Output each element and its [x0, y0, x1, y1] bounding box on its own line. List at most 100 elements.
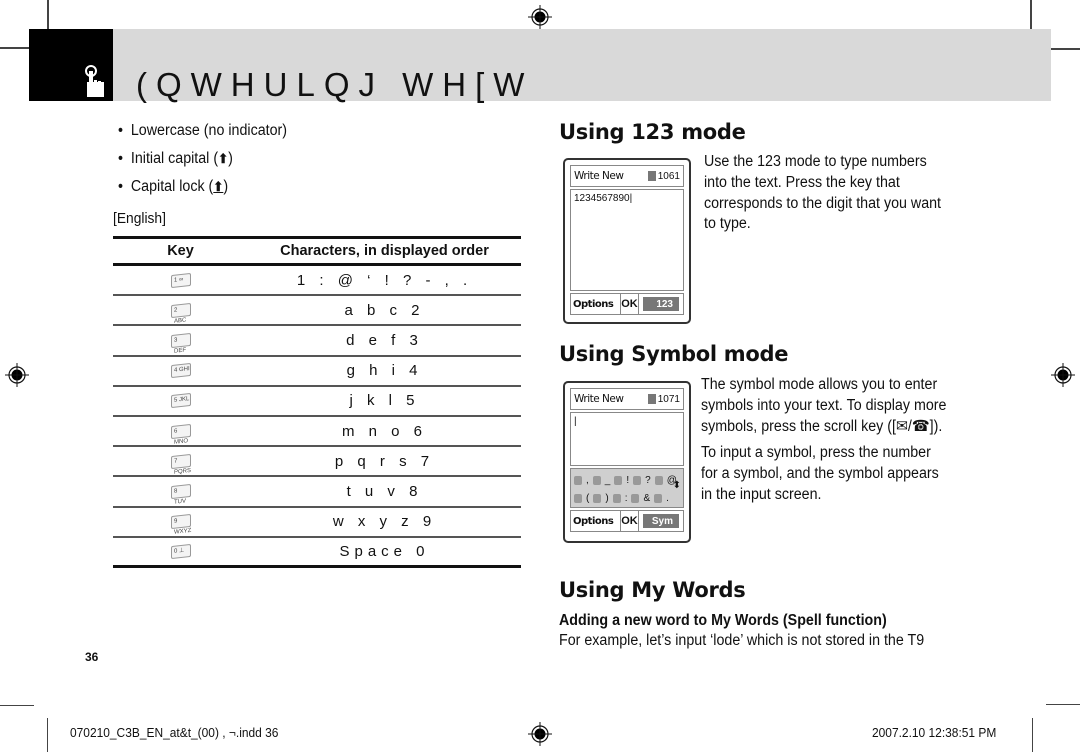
- registration-mark-icon: [5, 363, 29, 387]
- chars-cell: t u v 8: [346, 482, 423, 500]
- phone-title: Write New: [574, 393, 624, 405]
- bullet-lowercase: • Lowercase (no indicator): [118, 122, 288, 139]
- footer-datetime: 2007.2.10 12:38:51 PM: [872, 725, 997, 740]
- phone-softkeys: Options OK 123: [570, 293, 684, 315]
- key-cell: 9 WXYZ: [113, 514, 248, 536]
- key-cell: 8 TUV: [113, 483, 248, 506]
- symbol-number-key-icon: [654, 475, 663, 485]
- column-header-key: Key: [167, 243, 194, 259]
- registration-mark-icon: [528, 5, 552, 29]
- section-title-my-words: Using My Words: [559, 578, 746, 602]
- section-symbol-body-1: The symbol mode allows you to enter symb…: [701, 376, 947, 435]
- key-cell: 6 MNO: [113, 423, 248, 445]
- symbol-char: .: [666, 492, 669, 504]
- symbol-char: &: [643, 492, 651, 504]
- symbol-char: (: [586, 492, 590, 504]
- keypad-key-icon: 7 PQRS: [170, 453, 191, 475]
- keypad-key-icon: 1 ∞: [170, 272, 191, 288]
- keypad-key-icon: 9 WXYZ: [170, 514, 191, 536]
- phone-softkeys: Options OK Sym: [570, 510, 684, 532]
- table-row: 5 JKL j k l 5: [113, 387, 521, 417]
- bullet-initial-capital: • Initial capital (⬆): [118, 150, 233, 167]
- chars-cell: 1 : @ ‘ ! ? - , .: [296, 271, 473, 289]
- chars-cell: w x y z 9: [332, 513, 437, 531]
- symbol-number-key-icon: [654, 493, 663, 503]
- table-row: 0 ⊥ Space 0: [113, 538, 521, 568]
- my-words-subtitle: Adding a new word to My Words (Spell fun…: [559, 612, 887, 629]
- keypad-key-icon: 0 ⊥: [170, 543, 191, 559]
- shift-arrow-icon: ⬆: [218, 151, 229, 166]
- table-row: 3 DEF d e f 3: [113, 326, 521, 357]
- key-character-table: Key Characters, in displayed order 1 ∞ 1 …: [113, 236, 521, 568]
- crop-mark: [47, 718, 48, 752]
- symbol-char: ?: [645, 474, 651, 486]
- message-size-icon: [647, 394, 656, 404]
- phone-title: Write New: [574, 170, 624, 182]
- keypad-key-icon: 5 JKL: [170, 393, 191, 409]
- key-cell: 0 ⊥: [113, 543, 248, 559]
- keypad-key-icon: 6 MNO: [170, 423, 191, 445]
- column-header-chars: Characters, in displayed order: [280, 243, 489, 259]
- key-cell: 1 ∞: [113, 272, 248, 288]
- keypad-key-icon: 8 TUV: [170, 483, 191, 506]
- input-mode-indicator: Sym: [643, 514, 679, 528]
- table-row: 4 GHI g h i 4: [113, 357, 521, 387]
- key-cell: 7 PQRS: [113, 453, 248, 475]
- bullet-capital-lock: • Capital lock (⬆): [118, 178, 229, 195]
- phone-header: Write New 1061: [570, 165, 684, 187]
- chars-cell: Space 0: [339, 542, 430, 560]
- chars-cell: a b c 2: [344, 301, 425, 319]
- phone-screen-symbol: Write New 1071 | , _!? @ (): &. ⬍ Options O…: [563, 381, 691, 543]
- chars-cell: j k l 5: [349, 392, 420, 410]
- message-size-icon: [647, 171, 656, 181]
- chars-cell: g h i 4: [346, 362, 423, 380]
- section-symbol-body-2: To input a symbol, press the number for …: [701, 444, 939, 503]
- ok-softkey: OK: [621, 294, 639, 314]
- symbol-number-key-icon: [574, 493, 582, 503]
- key-cell: 5 JKL: [113, 393, 248, 409]
- symbol-number-key-icon: [614, 475, 623, 485]
- symbol-number-key-icon: [574, 475, 582, 485]
- keypad-key-icon: 3 DEF: [170, 332, 191, 355]
- table-row: 1 ∞ 1 : @ ‘ ! ? - , .: [113, 266, 521, 297]
- symbol-number-key-icon: [593, 493, 602, 503]
- phone-screen-123: Write New 1061 1234567890| Options OK 12…: [563, 158, 691, 324]
- key-cell: 2 ABC: [113, 302, 248, 325]
- key-cell: 3 DEF: [113, 332, 248, 355]
- symbol-grid: , _!? @ (): &. ⬍: [570, 468, 684, 508]
- page-number: 36: [85, 650, 99, 664]
- options-softkey: Options: [571, 511, 621, 531]
- section-title-symbol-mode: Using Symbol mode: [559, 342, 789, 366]
- table-header: Key Characters, in displayed order: [113, 236, 521, 266]
- options-softkey: Options: [571, 294, 621, 314]
- crop-mark: [1046, 704, 1080, 705]
- symbol-char: !: [626, 474, 630, 486]
- phone-text-area: |: [570, 412, 684, 466]
- phone-header: Write New 1071: [570, 388, 684, 410]
- table-row: 7 PQRS p q r s 7: [113, 447, 521, 478]
- keypad-key-icon: 4 GHI: [170, 363, 191, 379]
- case-mode-list: • Lowercase (no indicator) • Initial capit…: [118, 121, 302, 205]
- table-row: 2 ABC a b c 2: [113, 296, 521, 327]
- ok-softkey: OK: [621, 511, 639, 531]
- symbol-number-key-icon: [592, 475, 601, 485]
- symbol-char: :: [624, 492, 628, 504]
- symbol-char: ): [605, 492, 609, 504]
- table-row: 6 MNO m n o 6: [113, 417, 521, 448]
- registration-mark-icon: [528, 722, 552, 746]
- caps-lock-arrow-icon: ⬆: [213, 179, 224, 194]
- char-counter: 1061: [657, 170, 680, 182]
- phone-text-area: 1234567890|: [570, 189, 684, 291]
- table-row: 8 TUV t u v 8: [113, 477, 521, 508]
- registration-mark-icon: [1051, 363, 1075, 387]
- table-row: 9 WXYZ w x y z 9: [113, 508, 521, 538]
- symbol-number-key-icon: [633, 475, 642, 485]
- my-words-body: For example, let’s input ‘lode’ which is…: [559, 632, 925, 649]
- symbol-char: ,: [586, 474, 589, 486]
- symbol-number-key-icon: [631, 493, 640, 503]
- language-label: [English]: [113, 210, 166, 227]
- section-123-body: Use the 123 mode to type numbers into th…: [704, 153, 942, 233]
- symbol-number-key-icon: [612, 493, 621, 503]
- section-title-123-mode: Using 123 mode: [559, 120, 746, 144]
- crop-mark: [0, 705, 34, 706]
